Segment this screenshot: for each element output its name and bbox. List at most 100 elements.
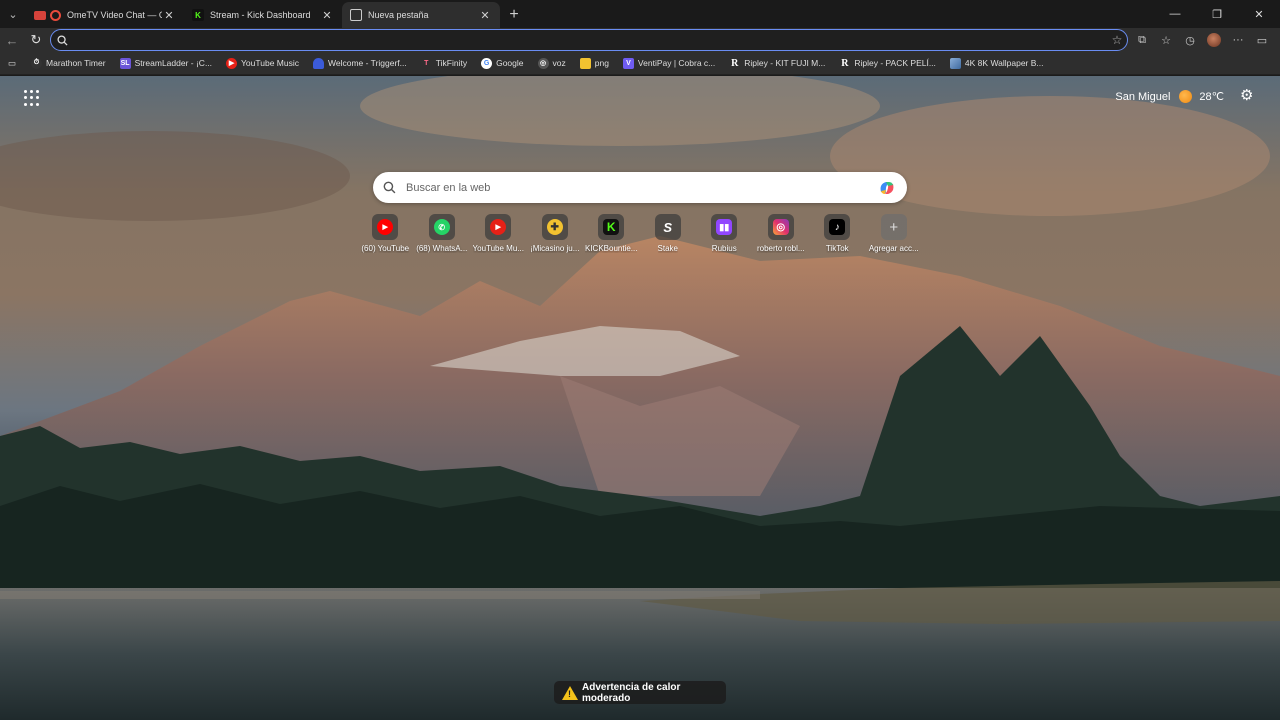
bookmark-item[interactable]: Welcome - Triggerf... [306,53,414,73]
quick-link-add[interactable]: + Agregar acc... [866,214,923,253]
bookmark-item[interactable]: R Ripley - KIT FUJI M... [722,53,832,73]
bookmark-label: 4K 8K Wallpaper B... [964,58,1044,68]
bookmarks-menu-icon[interactable]: ▭ [6,53,24,73]
settings-gear-icon[interactable]: ⚙ [1240,88,1256,104]
quick-link-kickbounties[interactable]: K KICKBountie... [583,214,640,253]
quick-link-tile: S [654,214,681,240]
search-input[interactable] [396,181,877,194]
bookmark-item[interactable]: V VentiPay | Cobra c... [616,53,722,73]
favorite-star-icon[interactable]: ☆ [1107,33,1127,47]
streamladder-icon: SL [119,57,131,69]
mail-icon [34,10,46,20]
web-search-box[interactable] [373,172,907,203]
history-icon[interactable]: ◷ [1178,34,1202,47]
sun-icon [1179,90,1193,103]
quick-link-rubius[interactable]: ▮▮ Rubius [696,214,753,253]
bookmark-item[interactable]: R Ripley - PACK PELÍ... [832,53,943,73]
triggerfyre-icon [313,57,325,69]
quick-link-label: Stake [657,244,678,253]
copilot-icon[interactable] [877,178,897,198]
tab-title: Nueva pestaña [368,10,429,20]
close-tab-icon[interactable]: ✕ [320,9,334,22]
quick-link-youtube-music[interactable]: ▶ YouTube Mu... [470,214,527,253]
tiktok-icon: ♪ [829,219,846,235]
globe-icon: ◎ [537,57,549,69]
sidebar-toggle-icon[interactable]: ▭ [1250,34,1274,47]
extensions-icon[interactable]: ⧉ [1130,34,1154,47]
tab-nueva-pestana[interactable]: Nueva pestaña ✕ [342,2,500,28]
bookmark-label: voz [552,58,566,68]
bookmark-item[interactable]: 4K 8K Wallpaper B... [943,53,1051,73]
tab-kick-dashboard[interactable]: K Stream - Kick Dashboard ✕ [184,2,342,28]
close-tab-icon[interactable]: ✕ [478,9,492,22]
micasino-icon: ✚ [546,219,563,235]
whatsapp-icon: ✆ [433,219,450,235]
tab-title: Stream - Kick Dashboard [210,10,311,20]
refresh-icon[interactable]: ↻ [24,28,48,52]
tikfinity-icon: T [424,59,429,67]
bookmark-item[interactable]: ⏱ Marathon Timer [24,53,113,73]
google-icon: G [481,57,493,69]
bookmark-item[interactable]: T TikFinity [414,53,474,73]
quick-link-tile: ✆ [428,214,455,240]
address-bar[interactable]: ☆ [50,29,1128,51]
weather-widget[interactable]: San Miguel 28℃ [1115,90,1224,103]
quick-link-label: Agregar acc... [868,244,919,253]
toolbar: ← ↻ ☆ ⧉ ☆ ◷ ··· ▭ [0,28,1280,52]
bookmark-item[interactable]: ◎ voz [531,53,573,73]
window-controls: — ❐ ✕ [1154,0,1280,28]
bookmarks-bar: ▭ ⏱ Marathon Timer SL StreamLadder - ¡C...… [0,52,1280,75]
close-tab-icon[interactable]: ✕ [162,9,176,22]
quick-link-label: roberto robl... [756,244,805,253]
bookmark-item[interactable]: SL StreamLadder - ¡C... [113,53,219,73]
quick-link-stake[interactable]: S Stake [640,214,697,253]
quick-link-tile: ▶ [485,214,512,240]
quick-links: ▶ (60) YouTube ✆ (68) WhatsA... ▶ YouTub… [357,214,922,253]
bookmark-label: Google [496,58,524,68]
plus-icon: + [889,218,899,236]
warning-icon: ! [562,685,578,700]
bookmark-item[interactable]: ▶ YouTube Music [219,53,306,73]
bookmark-item[interactable]: G Google [474,53,530,73]
quick-link-youtube[interactable]: ▶ (60) YouTube [357,214,414,253]
bookmark-label: VentiPay | Cobra c... [637,58,716,68]
quick-link-label: ¡Micasino ju... [530,244,580,253]
apps-grid-icon[interactable] [24,90,40,106]
quick-link-tile: K [598,214,625,240]
quick-link-instagram[interactable]: ◎ roberto robl... [753,214,810,253]
tab-actions-chevron-icon[interactable]: ⌄ [0,1,26,27]
minimize-icon[interactable]: — [1154,0,1196,28]
quick-link-micasino[interactable]: ✚ ¡Micasino ju... [527,214,584,253]
address-input[interactable] [68,34,1107,46]
search-icon [57,34,68,46]
heat-warning-banner[interactable]: ! Advertencia de calor moderado [554,681,726,704]
new-tab-plus-icon[interactable]: + [500,2,528,28]
bookmark-label: StreamLadder - ¡C... [134,58,213,68]
tab-title: OmeTV Video Chat — Omegle [67,10,162,20]
close-window-icon[interactable]: ✕ [1238,0,1280,28]
back-arrow-icon[interactable]: ← [0,28,24,52]
toolbar-actions: ⧉ ☆ ◷ ··· ▭ [1130,28,1274,52]
folder-icon [579,57,591,69]
instagram-icon: ◎ [772,219,789,235]
profile-avatar[interactable] [1207,33,1221,47]
bookmark-item[interactable]: png [573,53,616,73]
stake-icon: S [663,219,673,235]
ripley-icon: R [841,57,849,69]
quick-link-whatsapp[interactable]: ✆ (68) WhatsA... [414,214,471,253]
youtube-icon: ▶ [377,219,394,235]
quick-link-label: Rubius [711,244,737,253]
weather-temperature: 28℃ [1199,91,1224,103]
favorites-icon[interactable]: ☆ [1154,34,1178,47]
bookmark-label: png [594,58,609,68]
newtab-icon [350,9,362,21]
restore-icon[interactable]: ❐ [1196,0,1238,28]
quick-link-label: (60) YouTube [361,244,410,253]
tab-ometv[interactable]: OmeTV Video Chat — Omegle ✕ [26,2,184,28]
tab-strip: ⌄ OmeTV Video Chat — Omegle ✕ K Stream -… [0,0,1280,28]
quick-link-tiktok[interactable]: ♪ TikTok [809,214,866,253]
quick-link-tile: ◎ [767,214,794,240]
more-options-icon[interactable]: ··· [1226,34,1250,46]
youtube-music-icon: ▶ [490,219,507,235]
ventipay-icon: V [622,57,634,69]
